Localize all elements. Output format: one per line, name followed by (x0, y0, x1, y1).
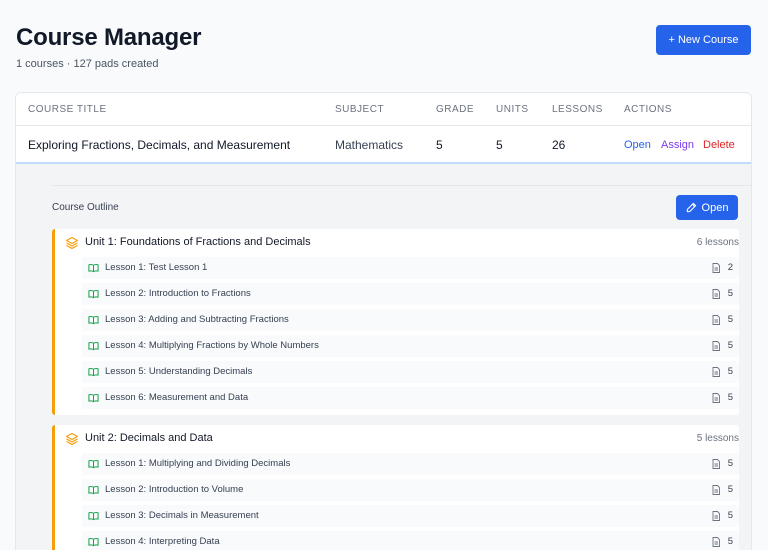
course-subject: Mathematics (335, 138, 404, 152)
courses-table: COURSE TITLE SUBJECT GRADE UNITS LESSONS… (15, 92, 752, 550)
unit-card[interactable]: Unit 1: Foundations of Fractions and Dec… (52, 229, 739, 415)
lesson-item[interactable]: Lesson 6: Measurement and Data 5 (82, 387, 739, 409)
lesson-title: Lesson 4: Interpreting Data (105, 536, 220, 547)
book-open-icon (88, 341, 99, 351)
book-open-icon (88, 367, 99, 377)
layers-icon (65, 236, 79, 250)
file-icon (712, 537, 720, 547)
column-grade: GRADE (436, 104, 475, 115)
lesson-pad-count: 5 (727, 510, 733, 521)
course-outline-panel: Course Outline Open Unit 1: Foundations … (16, 164, 751, 550)
assign-course-link[interactable]: Assign (661, 139, 694, 151)
column-actions: ACTIONS (624, 104, 672, 115)
lesson-item[interactable]: Lesson 2: Introduction to Fractions 5 (82, 283, 739, 305)
course-lessons: 26 (552, 138, 566, 152)
file-icon (712, 485, 720, 495)
course-grade: 5 (436, 138, 443, 152)
unit-title: Unit 2: Decimals and Data (85, 432, 213, 444)
book-open-icon (88, 393, 99, 403)
lesson-pad-count: 5 (727, 536, 733, 547)
lesson-item[interactable]: Lesson 4: Interpreting Data 5 (82, 531, 739, 550)
file-icon (712, 263, 720, 273)
lesson-pad-count: 5 (727, 340, 733, 351)
lesson-pad-count: 2 (727, 262, 733, 273)
outline-divider (52, 185, 751, 186)
file-icon (712, 315, 720, 325)
book-open-icon (88, 485, 99, 495)
lesson-title: Lesson 6: Measurement and Data (105, 392, 249, 403)
column-lessons: LESSONS (552, 104, 603, 115)
lesson-title: Lesson 2: Introduction to Volume (105, 484, 244, 495)
pencil-icon (686, 202, 696, 213)
lesson-item[interactable]: Lesson 5: Understanding Decimals 5 (82, 361, 739, 383)
file-icon (712, 367, 720, 377)
course-units: 5 (496, 138, 503, 152)
course-outline-label: Course Outline (52, 202, 119, 213)
column-units: UNITS (496, 104, 529, 115)
book-open-icon (88, 511, 99, 521)
column-subject: SUBJECT (335, 104, 385, 115)
lesson-title: Lesson 1: Multiplying and Dividing Decim… (105, 458, 291, 469)
open-course-link[interactable]: Open (624, 139, 651, 151)
book-open-icon (88, 537, 99, 547)
page-subtitle: 1 courses · 127 pads created (16, 58, 159, 70)
lesson-title: Lesson 4: Multiplying Fractions by Whole… (105, 340, 319, 351)
column-course-title: COURSE TITLE (28, 104, 107, 115)
lesson-title: Lesson 5: Understanding Decimals (105, 366, 253, 377)
lesson-pad-count: 5 (727, 314, 733, 325)
lesson-item[interactable]: Lesson 4: Multiplying Fractions by Whole… (82, 335, 739, 357)
lesson-title: Lesson 2: Introduction to Fractions (105, 288, 251, 299)
book-open-icon (88, 459, 99, 469)
table-header: COURSE TITLE SUBJECT GRADE UNITS LESSONS… (16, 93, 751, 126)
lesson-pad-count: 5 (727, 484, 733, 495)
unit-lesson-count: 5 lessons (696, 433, 739, 444)
file-icon (712, 341, 720, 351)
lesson-title: Lesson 3: Decimals in Measurement (105, 510, 259, 521)
file-icon (712, 289, 720, 299)
open-outline-button[interactable]: Open (676, 195, 738, 220)
lesson-item[interactable]: Lesson 3: Adding and Subtracting Fractio… (82, 309, 739, 331)
book-open-icon (88, 315, 99, 325)
unit-lesson-count: 6 lessons (696, 237, 739, 248)
page-title: Course Manager (16, 24, 202, 51)
course-title: Exploring Fractions, Decimals, and Measu… (28, 138, 291, 152)
lesson-pad-count: 5 (727, 392, 733, 403)
book-open-icon (88, 263, 99, 273)
lesson-item[interactable]: Lesson 3: Decimals in Measurement 5 (82, 505, 739, 527)
lesson-pad-count: 5 (727, 366, 733, 377)
new-course-button[interactable]: + New Course (656, 25, 751, 55)
page-header: Course Manager 1 courses · 127 pads crea… (16, 24, 201, 70)
lesson-pad-count: 5 (727, 458, 733, 469)
lesson-item[interactable]: Lesson 2: Introduction to Volume 5 (82, 479, 739, 501)
file-icon (712, 459, 720, 469)
unit-card[interactable]: Unit 2: Decimals and Data 5 lessons Less… (52, 425, 739, 550)
layers-icon (65, 432, 79, 446)
lesson-title: Lesson 1: Test Lesson 1 (105, 262, 208, 273)
lesson-title: Lesson 3: Adding and Subtracting Fractio… (105, 314, 289, 325)
lesson-item[interactable]: Lesson 1: Multiplying and Dividing Decim… (82, 453, 739, 475)
file-icon (712, 511, 720, 521)
file-icon (712, 393, 720, 403)
lesson-item[interactable]: Lesson 1: Test Lesson 1 2 (82, 257, 739, 279)
unit-title: Unit 1: Foundations of Fractions and Dec… (85, 236, 311, 248)
book-open-icon (88, 289, 99, 299)
table-row[interactable]: Exploring Fractions, Decimals, and Measu… (16, 126, 751, 164)
delete-course-link[interactable]: Delete (703, 139, 735, 151)
open-outline-label: Open (701, 201, 729, 214)
lesson-pad-count: 5 (727, 288, 733, 299)
